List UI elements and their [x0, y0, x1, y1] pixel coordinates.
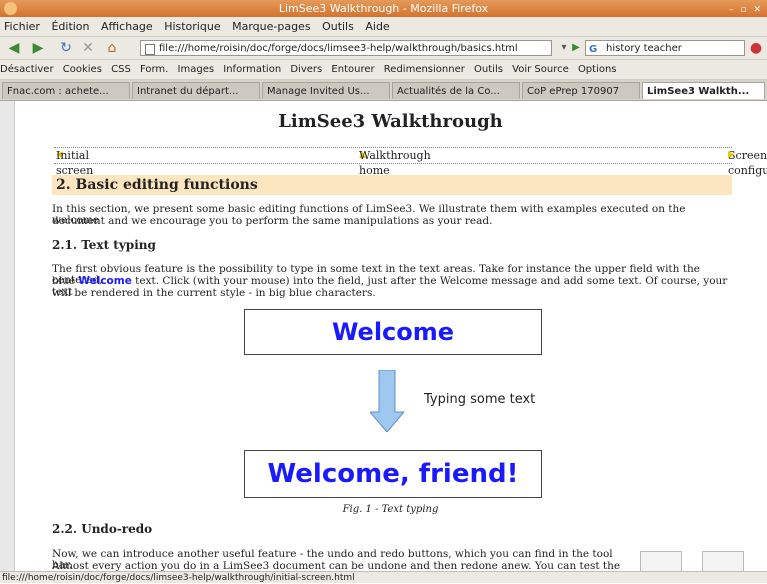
undo-icon — [640, 551, 682, 571]
developer-toolbar: Désactiver Cookies CSS Form. Images Info… — [0, 60, 767, 80]
toolbar-options[interactable]: Options — [578, 64, 617, 75]
subsection-undo-redo: 2.2. Undo-redo — [52, 522, 153, 536]
google-icon: G — [589, 44, 598, 55]
toolbar-images[interactable]: Images — [178, 64, 215, 75]
p2-line-2: Almost every action you do in a LimSee3 … — [52, 560, 621, 572]
menu-aide[interactable]: Aide — [365, 20, 389, 33]
figure-arrow-label: Typing some text — [424, 392, 536, 407]
menu-outils[interactable]: Outils — [322, 20, 354, 33]
reload-icon[interactable]: ↻ — [58, 40, 74, 56]
toolbar-outline[interactable]: Entourer — [331, 64, 374, 75]
tab-cop-eprep[interactable]: CoP ePrep 170907 — [522, 82, 640, 99]
stop-icon[interactable]: ✕ — [80, 40, 96, 56]
toolbar-css[interactable]: CSS — [111, 64, 131, 75]
go-icon[interactable]: ▶ — [568, 40, 584, 56]
down-arrow-icon — [370, 370, 404, 432]
menu-edition[interactable]: Édition — [51, 20, 89, 33]
toolbar-cookies[interactable]: Cookies — [63, 64, 102, 75]
tab-label: Fnac.com : achete... — [7, 86, 109, 97]
welcome-emphasis: Welcome — [78, 275, 132, 287]
menu-fichier[interactable]: Fichier — [4, 20, 40, 33]
figure-welcome-friend-box: Welcome, friend! — [244, 450, 542, 498]
menu-affichage[interactable]: Affichage — [101, 20, 153, 33]
toolbar-resize[interactable]: Redimensionner — [384, 64, 465, 75]
figure-caption: Fig. 1 - Text typing — [342, 504, 439, 515]
toolbar-information[interactable]: Information — [223, 64, 281, 75]
url-bar[interactable]: file:///home/roisin/doc/forge/docs/limse… — [140, 40, 552, 56]
page-content: LimSee3 Walkthrough ◀ Initial screen ▲ W… — [14, 101, 767, 571]
page-title: LimSee3 Walkthrough — [278, 111, 503, 132]
menu-marque-pages[interactable]: Marque-pages — [232, 20, 310, 33]
tab-bar: Fnac.com : achete... Intranet du départ.… — [0, 80, 767, 101]
status-text: file:///home/roisin/doc/forge/docs/limse… — [2, 573, 355, 583]
home-icon[interactable]: ⌂ — [104, 40, 120, 56]
forward-icon[interactable]: ▶ — [30, 40, 46, 56]
status-bar: file:///home/roisin/doc/forge/docs/limse… — [0, 571, 767, 583]
search-value: history teacher — [606, 43, 682, 54]
tab-label: Intranet du départ... — [137, 86, 239, 97]
navigation-bar: ◀ ▶ ↻ ✕ ⌂ file:///home/roisin/doc/forge/… — [0, 37, 767, 60]
back-icon[interactable]: ◀ — [6, 40, 22, 56]
window-title: LimSee3 Walkthrough - Mozilla Firefox — [278, 2, 489, 15]
nav-home-label: Walkthrough home — [359, 149, 431, 177]
menu-bar: Fichier Édition Affichage Historique Mar… — [0, 17, 767, 37]
tab-intranet[interactable]: Intranet du départ... — [132, 82, 260, 99]
tab-label: CoP ePrep 170907 — [527, 86, 620, 97]
toolbar-misc[interactable]: Divers — [290, 64, 322, 75]
tab-label: LimSee3 Walkth... — [647, 86, 750, 97]
redo-icon — [702, 551, 744, 571]
nav-prev-label: Initial screen — [56, 149, 94, 177]
figure-welcome-box: Welcome — [244, 309, 542, 355]
tab-limsee3[interactable]: LimSee3 Walkth... — [642, 82, 765, 99]
search-input[interactable]: G history teacher — [585, 40, 745, 56]
p1-line-3: will be rendered in the current style - … — [52, 287, 376, 299]
tab-actualites[interactable]: Actualités de la Co... — [392, 82, 520, 99]
adblock-icon[interactable]: ● — [748, 40, 764, 56]
menu-historique[interactable]: Historique — [164, 20, 220, 33]
page-icon — [145, 44, 155, 55]
toolbar-view-source[interactable]: Voir Source — [512, 64, 569, 75]
page-navigation: ◀ Initial screen ▲ Walkthrough home Scre… — [54, 147, 767, 177]
intro-line-2: document and we encourage you to perform… — [52, 215, 493, 227]
tab-label: Actualités de la Co... — [397, 86, 500, 97]
url-text: file:///home/roisin/doc/forge/docs/limse… — [159, 43, 518, 54]
section-title: 2. Basic editing functions — [52, 175, 732, 195]
subsection-text-typing: 2.1. Text typing — [52, 238, 156, 252]
next-arrow-icon: ▶ — [728, 150, 735, 160]
toolbar-tools[interactable]: Outils — [474, 64, 503, 75]
tab-manage-invited[interactable]: Manage Invited Us... — [262, 82, 390, 99]
toolbar-forms[interactable]: Form. — [140, 64, 168, 75]
tab-fnac[interactable]: Fnac.com : achete... — [2, 82, 130, 99]
toolbar-disable[interactable]: Désactiver — [0, 64, 54, 75]
window-titlebar: LimSee3 Walkthrough - Mozilla Firefox – … — [0, 0, 767, 17]
tab-label: Manage Invited Us... — [267, 86, 370, 97]
firefox-icon — [4, 2, 17, 15]
left-app-strip — [0, 101, 15, 571]
